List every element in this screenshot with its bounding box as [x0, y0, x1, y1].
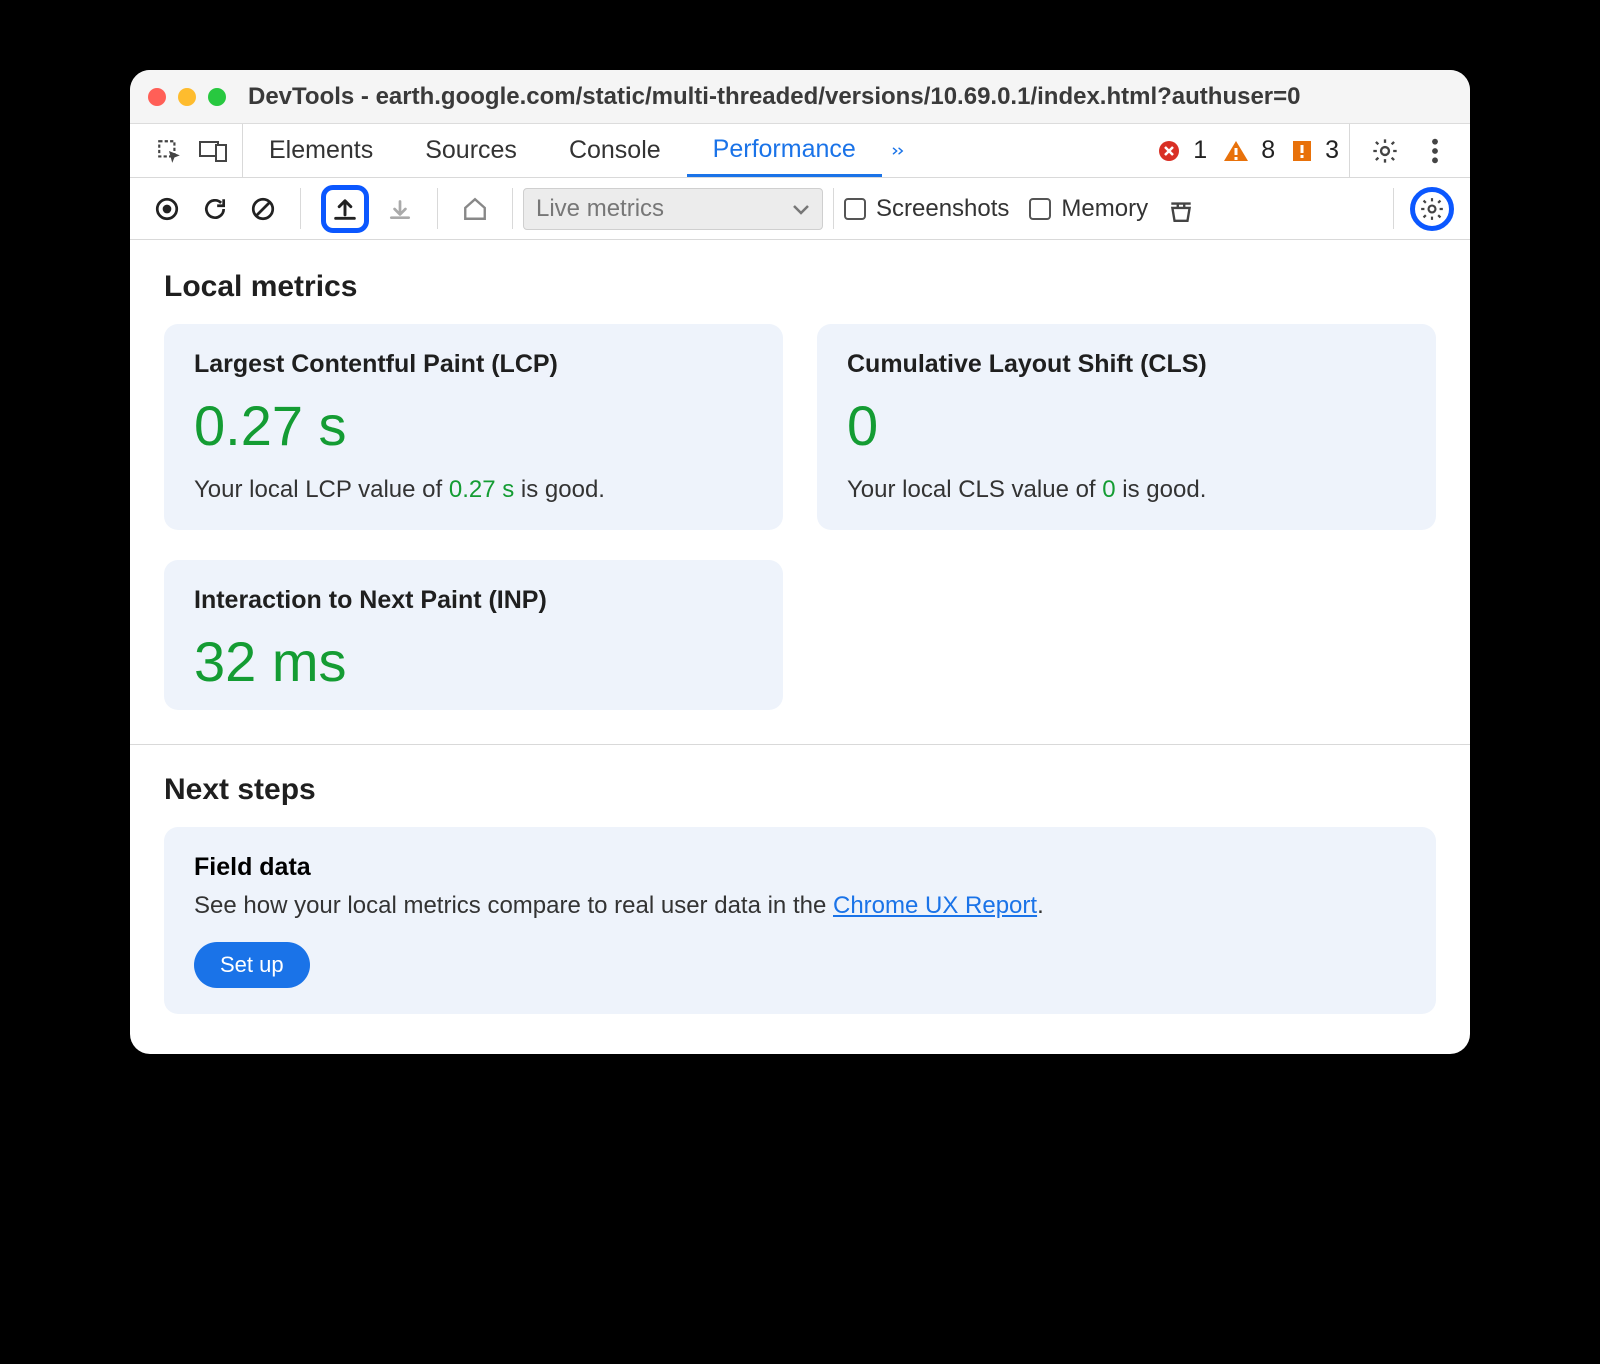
lcp-title: Largest Contentful Paint (LCP) [194, 350, 753, 379]
capture-settings-icon[interactable] [1418, 195, 1446, 223]
devtools-window: DevTools - earth.google.com/static/multi… [130, 70, 1470, 1054]
performance-content: Local metrics Largest Contentful Paint (… [130, 240, 1470, 1054]
upload-profile-highlight [321, 185, 369, 233]
window-title: DevTools - earth.google.com/static/multi… [248, 83, 1301, 111]
cls-description: Your local CLS value of 0 is good. [847, 476, 1406, 504]
settings-icon[interactable] [1368, 134, 1402, 168]
view-mode-label: Live metrics [536, 195, 664, 223]
error-count: 1 [1193, 136, 1207, 165]
issues-badge-icon [1291, 139, 1313, 163]
tab-elements[interactable]: Elements [243, 124, 399, 177]
memory-checkbox[interactable]: Memory [1029, 195, 1148, 223]
section-divider [130, 744, 1470, 745]
tab-performance[interactable]: Performance [687, 124, 882, 177]
cls-title: Cumulative Layout Shift (CLS) [847, 350, 1406, 379]
cls-desc-prefix: Your local CLS value of [847, 476, 1102, 503]
field-desc-prefix: See how your local metrics compare to re… [194, 892, 833, 919]
status-badges[interactable]: 1 8 3 [1147, 136, 1349, 165]
device-toolbar-icon[interactable] [196, 134, 230, 168]
checkbox-icon [844, 198, 866, 220]
tab-sources[interactable]: Sources [399, 124, 543, 177]
maximize-window-button[interactable] [208, 88, 226, 106]
field-data-title: Field data [194, 853, 1406, 882]
issues-count: 3 [1325, 136, 1339, 165]
cls-card: Cumulative Layout Shift (CLS) 0 Your loc… [817, 324, 1436, 530]
download-profile-icon[interactable] [383, 192, 417, 226]
lcp-desc-prefix: Your local LCP value of [194, 476, 449, 503]
reload-record-icon[interactable] [198, 192, 232, 226]
home-icon[interactable] [458, 192, 492, 226]
warning-badge-icon [1223, 139, 1249, 163]
field-data-card: Field data See how your local metrics co… [164, 827, 1436, 1014]
upload-profile-icon[interactable] [330, 194, 360, 224]
screenshots-label: Screenshots [876, 195, 1009, 223]
inp-value: 32 ms [194, 629, 753, 694]
garbage-collect-icon[interactable] [1164, 192, 1198, 226]
tab-console[interactable]: Console [543, 124, 687, 177]
window-controls [148, 88, 226, 106]
lcp-description: Your local LCP value of 0.27 s is good. [194, 476, 753, 504]
record-icon[interactable] [150, 192, 184, 226]
more-tabs-icon[interactable] [882, 134, 916, 168]
inp-card: Interaction to Next Paint (INP) 32 ms [164, 560, 783, 710]
local-metrics-heading: Local metrics [164, 270, 1436, 304]
error-badge-icon [1157, 139, 1181, 163]
field-desc-suffix: . [1037, 892, 1044, 919]
checkbox-icon [1029, 198, 1051, 220]
lcp-value: 0.27 s [194, 393, 753, 458]
close-window-button[interactable] [148, 88, 166, 106]
inp-title: Interaction to Next Paint (INP) [194, 586, 753, 615]
next-steps-heading: Next steps [164, 773, 1436, 807]
minimize-window-button[interactable] [178, 88, 196, 106]
cls-desc-value: 0 [1102, 476, 1115, 503]
chevron-down-icon [792, 202, 810, 216]
setup-button[interactable]: Set up [194, 942, 310, 988]
lcp-desc-suffix: is good. [514, 476, 605, 503]
field-data-description: See how your local metrics compare to re… [194, 892, 1406, 920]
cls-desc-suffix: is good. [1116, 476, 1207, 503]
view-mode-select[interactable]: Live metrics [523, 188, 823, 230]
lcp-desc-value: 0.27 s [449, 476, 514, 503]
warning-count: 8 [1261, 136, 1275, 165]
inspect-element-icon[interactable] [152, 134, 186, 168]
lcp-card: Largest Contentful Paint (LCP) 0.27 s Yo… [164, 324, 783, 530]
chrome-ux-report-link[interactable]: Chrome UX Report [833, 892, 1037, 919]
titlebar: DevTools - earth.google.com/static/multi… [130, 70, 1470, 124]
performance-toolbar: Live metrics Screenshots Memory [130, 178, 1470, 240]
clear-icon[interactable] [246, 192, 280, 226]
memory-label: Memory [1061, 195, 1148, 223]
panel-tabs-row: Elements Sources Console Performance 1 8… [130, 124, 1470, 178]
capture-settings-highlight [1410, 187, 1454, 231]
screenshots-checkbox[interactable]: Screenshots [844, 195, 1009, 223]
more-menu-icon[interactable] [1418, 134, 1452, 168]
cls-value: 0 [847, 393, 1406, 458]
